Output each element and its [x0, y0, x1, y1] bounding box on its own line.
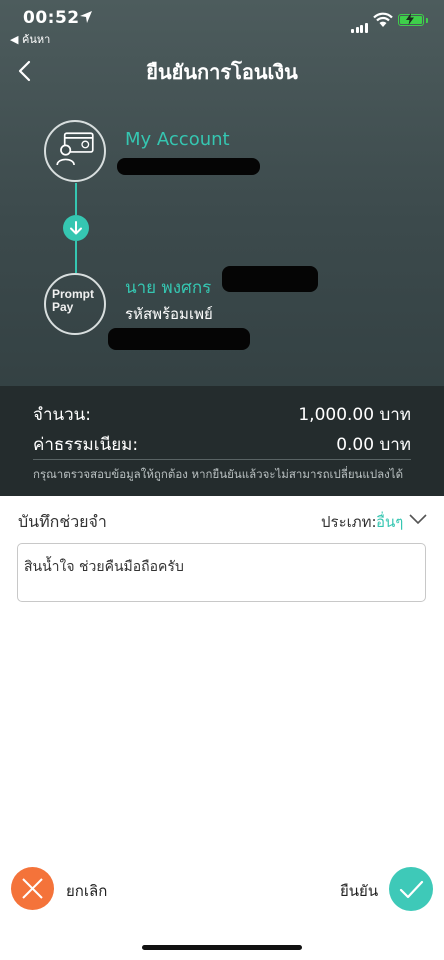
- location-arrow-icon: [80, 11, 92, 23]
- amount-summary: จำนวน: 1,000.00 บาท ค่าธรรมเนียม: 0.00 บ…: [0, 386, 444, 496]
- warning-text: กรุณาตรวจสอบข้อมูลให้ถูกต้อง หากยืนยันแล…: [33, 467, 404, 481]
- close-icon: [22, 878, 43, 899]
- connector-line: [75, 183, 77, 215]
- nav-bar: ยืนยันการโอนเงิน: [0, 48, 444, 94]
- payee-name: นาย พงศกร: [125, 278, 212, 298]
- back-to-app-link[interactable]: ◀ ค้นหา: [10, 30, 50, 48]
- amount-row: จำนวน: 1,000.00 บาท: [33, 401, 411, 428]
- from-account-name: My Account: [125, 129, 230, 150]
- redacted-payee-id: [108, 328, 250, 350]
- memo-title: บันทึกช่วยจำ: [18, 512, 107, 531]
- category-select[interactable]: อื่นๆ: [376, 510, 403, 534]
- confirm-button[interactable]: [389, 867, 433, 911]
- promptpay-logo-line1: Prompt: [52, 287, 94, 301]
- page-title: ยืนยันการโอนเงิน: [146, 60, 298, 84]
- charging-bolt-icon: [406, 13, 414, 25]
- promptpay-logo: Prompt Pay: [44, 273, 106, 335]
- memo-input[interactable]: สินน้ำใจ ช่วยคืนมือถือครับ: [17, 543, 426, 602]
- checkmark-icon: [399, 880, 424, 899]
- connector-line: [75, 241, 77, 273]
- divider: [33, 459, 411, 460]
- from-account-avatar: [44, 120, 106, 182]
- cancel-label[interactable]: ยกเลิก: [66, 879, 107, 903]
- category-label: ประเภท:: [321, 513, 377, 531]
- status-bar: 00:52 ◀ ค้นหา: [0, 0, 444, 48]
- redacted-payee-surname: [222, 266, 318, 292]
- fee-label: ค่าธรรมเนียม:: [33, 435, 139, 455]
- battery-icon: [398, 13, 428, 26]
- account-card-icon: [56, 132, 94, 166]
- header-panel: 00:52 ◀ ค้นหา ยืนยันการโอนเงิน My Accoun…: [0, 0, 444, 496]
- amount-label: จำนวน:: [33, 405, 92, 425]
- promptpay-logo-line2: Pay: [52, 300, 74, 314]
- amount-value: 1,000.00 บาท: [298, 405, 411, 425]
- cellular-signal-icon: [351, 14, 369, 33]
- wifi-icon: [373, 12, 393, 27]
- fee-row: ค่าธรรมเนียม: 0.00 บาท: [33, 431, 411, 458]
- down-arrow-icon: [63, 215, 89, 241]
- status-time: 00:52: [23, 8, 80, 28]
- cancel-button[interactable]: [11, 867, 54, 910]
- confirm-label[interactable]: ยืนยัน: [340, 879, 378, 903]
- redacted-account-number: [117, 158, 260, 175]
- home-indicator: [142, 945, 302, 950]
- chevron-down-icon[interactable]: [409, 513, 427, 525]
- fee-value: 0.00 บาท: [336, 435, 411, 455]
- payee-id-label: รหัสพร้อมเพย์: [125, 305, 213, 323]
